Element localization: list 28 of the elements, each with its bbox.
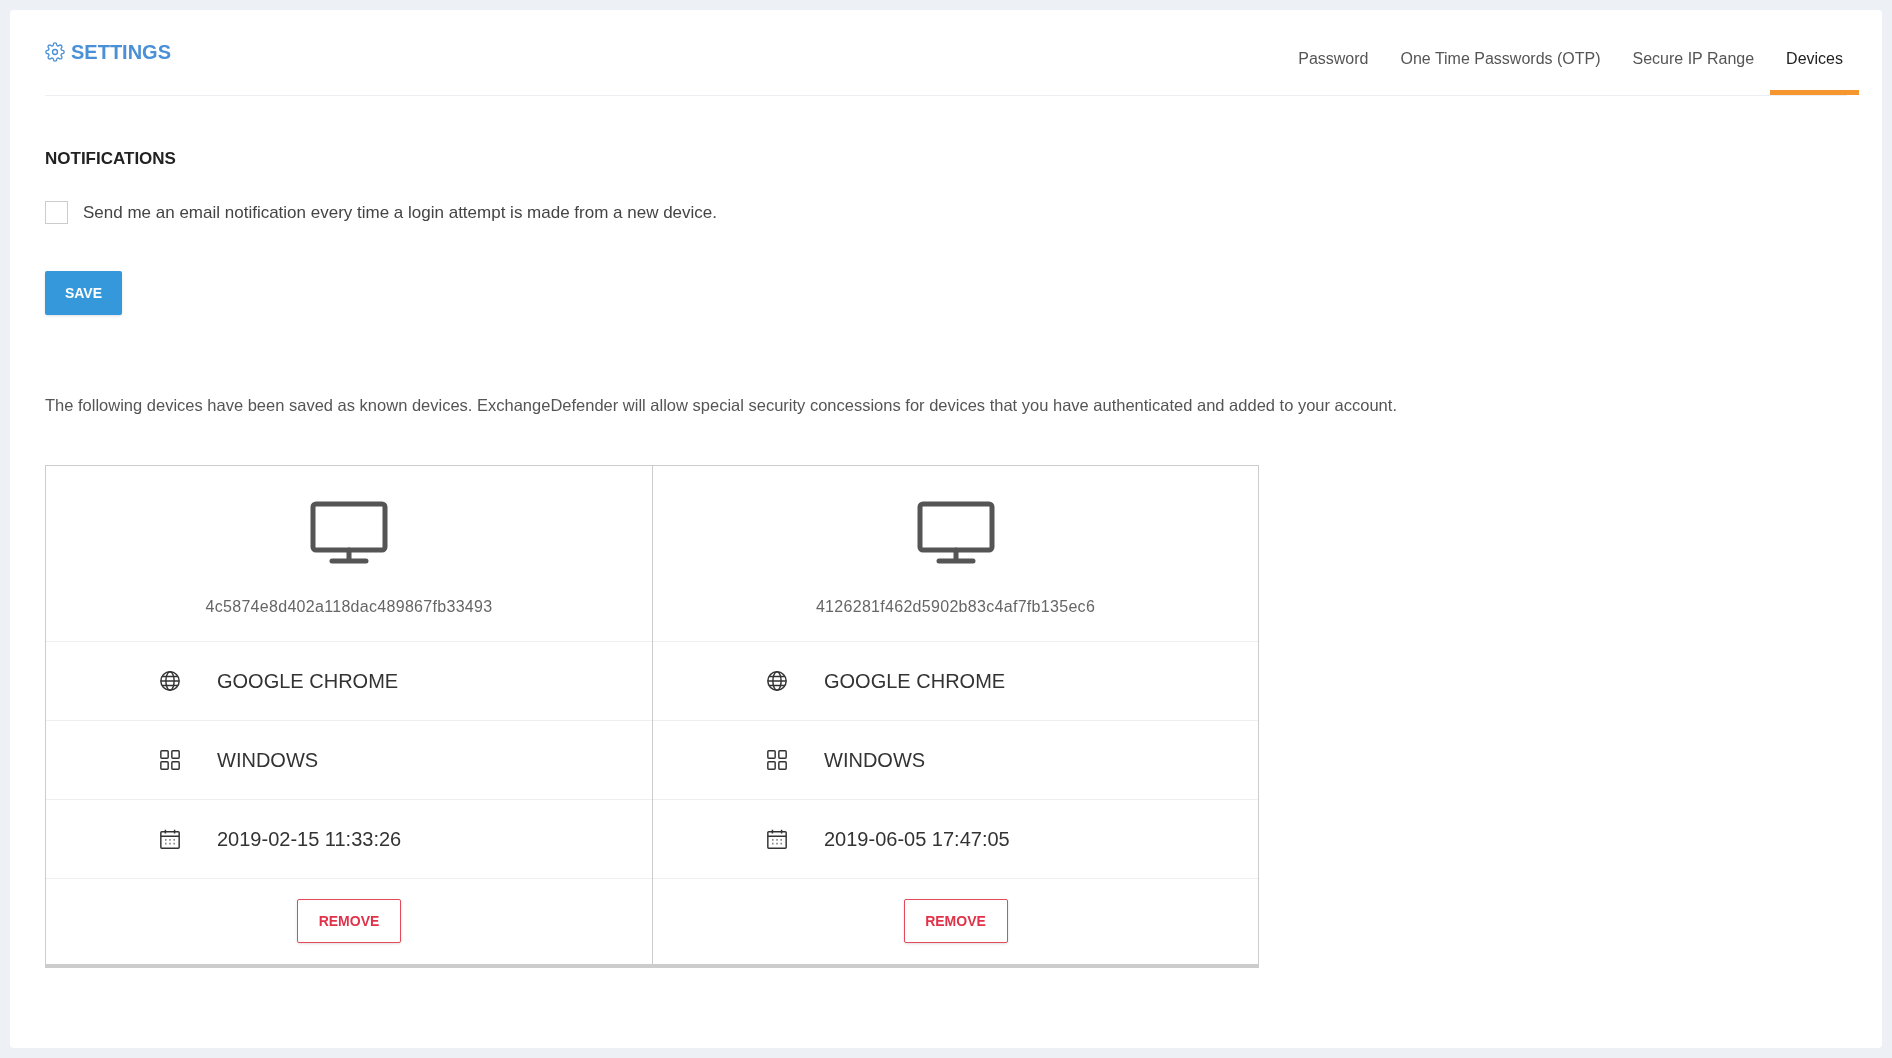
grid-icon bbox=[159, 748, 181, 771]
remove-button[interactable]: REMOVE bbox=[903, 899, 1008, 944]
grid-icon bbox=[766, 748, 788, 771]
device-id: 4126281f462d5902b83c4af7fb135ec6 bbox=[815, 596, 1096, 617]
section-heading: NOTIFICATIONS bbox=[45, 148, 176, 170]
checkbox[interactable] bbox=[45, 200, 68, 224]
remove-button[interactable]: REMOVE bbox=[297, 899, 401, 944]
device-detail: 2019-06-05 17:47:05 bbox=[824, 826, 1010, 852]
tab[interactable]: Devices bbox=[1770, 37, 1859, 95]
device-id: 4c5874e8d402a118dac489867fb33493 bbox=[205, 596, 493, 617]
monitor-icon bbox=[310, 500, 388, 565]
device-detail: GOOGLE CHROME bbox=[217, 668, 399, 694]
tab[interactable]: Password bbox=[1282, 37, 1385, 95]
tab[interactable]: Secure IP Range bbox=[1616, 37, 1771, 95]
calendar-icon bbox=[159, 827, 181, 850]
calendar-icon bbox=[766, 827, 788, 850]
device-detail: WINDOWS bbox=[217, 747, 319, 773]
globe-icon bbox=[159, 669, 181, 692]
device-detail: 2019-02-15 11:33:26 bbox=[217, 826, 402, 852]
checkbox-label: Send me an email notification every time a login attempt is made from a new device. bbox=[83, 201, 718, 224]
tab[interactable]: One Time Passwords (OTP) bbox=[1384, 37, 1617, 95]
globe-icon bbox=[766, 669, 788, 692]
page-title: SETTINGS bbox=[71, 39, 171, 65]
device-detail: WINDOWS bbox=[824, 747, 926, 773]
monitor-icon bbox=[916, 500, 995, 565]
settings-icon bbox=[45, 41, 65, 62]
description-text: The following devices have been saved as known devices. ExchangeDefender will allow special security concessions for devices that you have authenticated and added to your account. bbox=[45, 395, 1398, 416]
device-detail: GOOGLE CHROME bbox=[824, 668, 1006, 694]
